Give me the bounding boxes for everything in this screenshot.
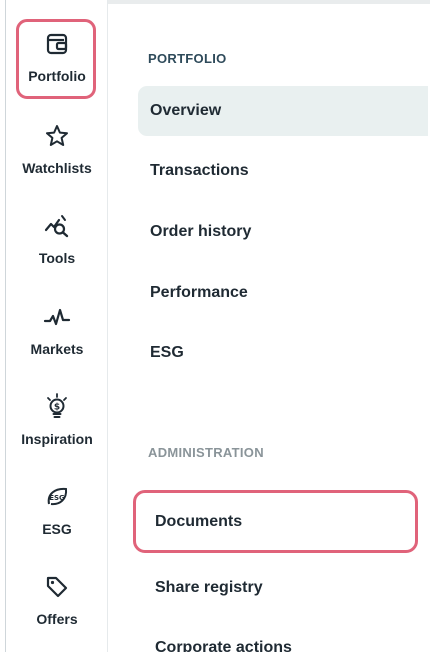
esg-leaf-icon: ESG xyxy=(43,483,71,511)
chart-search-icon xyxy=(43,212,71,240)
nav-item-overview[interactable]: Overview xyxy=(138,86,428,136)
nav-item-order-history[interactable]: Order history xyxy=(138,207,428,257)
rail-item-label: Inspiration xyxy=(21,431,93,447)
nav-item-performance[interactable]: Performance xyxy=(138,268,428,318)
section-title-portfolio: PORTFOLIO xyxy=(148,51,227,66)
svg-text:$: $ xyxy=(54,403,60,413)
rail-item-label: Watchlists xyxy=(22,160,92,176)
rail-item-portfolio[interactable]: Portfolio xyxy=(6,19,108,118)
nav-item-documents[interactable]: Documents xyxy=(143,497,430,547)
pulse-line-icon xyxy=(43,303,71,331)
main-nav-rail: Portfolio Watchlists Tools Markets $ Ins… xyxy=(0,0,108,652)
nav-item-esg[interactable]: ESG xyxy=(138,328,428,378)
rail-item-label: ESG xyxy=(42,521,72,537)
rail-item-label: Markets xyxy=(30,341,84,357)
star-icon xyxy=(43,122,71,150)
rail-item-esg[interactable]: ESG ESG xyxy=(6,483,108,571)
svg-text:ESG: ESG xyxy=(49,494,65,502)
rail-item-label: Offers xyxy=(36,611,78,627)
nav-item-share-registry[interactable]: Share registry xyxy=(143,563,430,613)
tag-icon xyxy=(43,573,71,601)
rail-item-inspiration[interactable]: $ Inspiration xyxy=(6,393,108,481)
lightbulb-dollar-icon: $ xyxy=(43,393,71,421)
section-title-administration: ADMINISTRATION xyxy=(148,445,264,460)
rail-item-offers[interactable]: Offers xyxy=(6,573,108,652)
nav-item-transactions[interactable]: Transactions xyxy=(138,146,428,196)
nav-item-corporate-actions[interactable]: Corporate actions xyxy=(143,623,430,652)
rail-item-label: Tools xyxy=(38,250,76,266)
rail-item-watchlists[interactable]: Watchlists xyxy=(6,122,108,210)
rail-item-tools[interactable]: Tools xyxy=(6,212,108,300)
rail-item-markets[interactable]: Markets xyxy=(6,303,108,391)
portfolio-highlight xyxy=(16,19,96,99)
